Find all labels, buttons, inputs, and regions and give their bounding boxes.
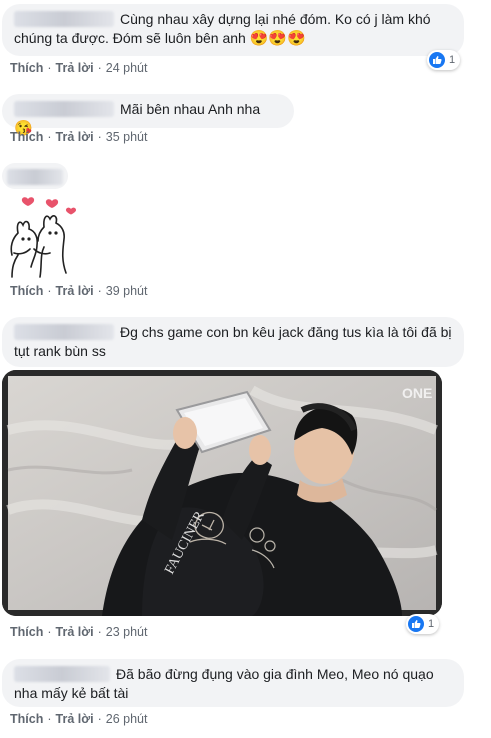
comment-actions-4: Thích · Trả lời · 23 phút [10, 625, 148, 639]
bunny-hearts-sticker [10, 197, 77, 278]
reaction-count-1[interactable]: 1 [427, 50, 461, 70]
reply-link[interactable]: Trả lời [56, 712, 94, 726]
blurred-author-name[interactable] [7, 169, 63, 185]
reply-link[interactable]: Trả lời [56, 284, 94, 298]
thumbs-up-icon [429, 52, 445, 68]
reply-link[interactable]: Trả lời [56, 61, 94, 75]
reply-link[interactable]: Trả lời [56, 130, 94, 144]
comment-actions-2: Thích · Trả lời · 35 phút [10, 130, 148, 144]
like-link[interactable]: Thích [10, 625, 43, 639]
video-frame: FAUCINER ONE [2, 370, 442, 616]
comment-bubble-4: Đg chs game con bn kêu jack đăng tus kìa… [2, 317, 464, 367]
timestamp: 23 phút [105, 625, 148, 639]
like-link[interactable]: Thích [10, 61, 43, 75]
like-link[interactable]: Thích [10, 130, 43, 144]
reaction-count: 1 [449, 54, 456, 66]
blurred-author-name[interactable] [14, 324, 114, 340]
timestamp: 35 phút [105, 130, 148, 144]
video-attachment[interactable]: FAUCINER ONE [2, 370, 442, 616]
reaction-count: 1 [428, 618, 435, 630]
comment-actions-3: Thích · Trả lời · 39 phút [10, 284, 148, 298]
channel-watermark: ONE [402, 385, 432, 401]
comment-bubble-2: Mãi bên nhau Anh nha 😘 [2, 94, 294, 137]
reply-link[interactable]: Trả lời [56, 625, 94, 639]
comment-bubble-3 [2, 163, 68, 189]
blurred-author-name[interactable] [14, 101, 114, 117]
comment-actions-1: Thích · Trả lời · 24 phút [10, 61, 148, 75]
timestamp: 24 phút [105, 61, 148, 75]
comment-bubble-1: Cùng nhau xây dựng lại nhé đóm. Ko có j … [2, 4, 464, 56]
thumbs-up-icon [408, 616, 424, 632]
comment-bubble-5: Đã bão đừng đụng vào gia đình Meo, Meo n… [2, 659, 464, 707]
comment-text-2: Mãi bên nhau Anh nha [120, 101, 261, 117]
reaction-count-4[interactable]: 1 [406, 614, 440, 634]
comment-actions-5: Thích · Trả lời · 26 phút [10, 712, 148, 726]
timestamp: 39 phút [105, 284, 148, 298]
blurred-author-name[interactable] [14, 11, 114, 27]
blurred-author-name[interactable] [14, 666, 110, 682]
like-link[interactable]: Thích [10, 284, 43, 298]
like-link[interactable]: Thích [10, 712, 43, 726]
heart-eyes-emoji: 😍😍😍 [249, 30, 306, 47]
timestamp: 26 phút [105, 712, 148, 726]
